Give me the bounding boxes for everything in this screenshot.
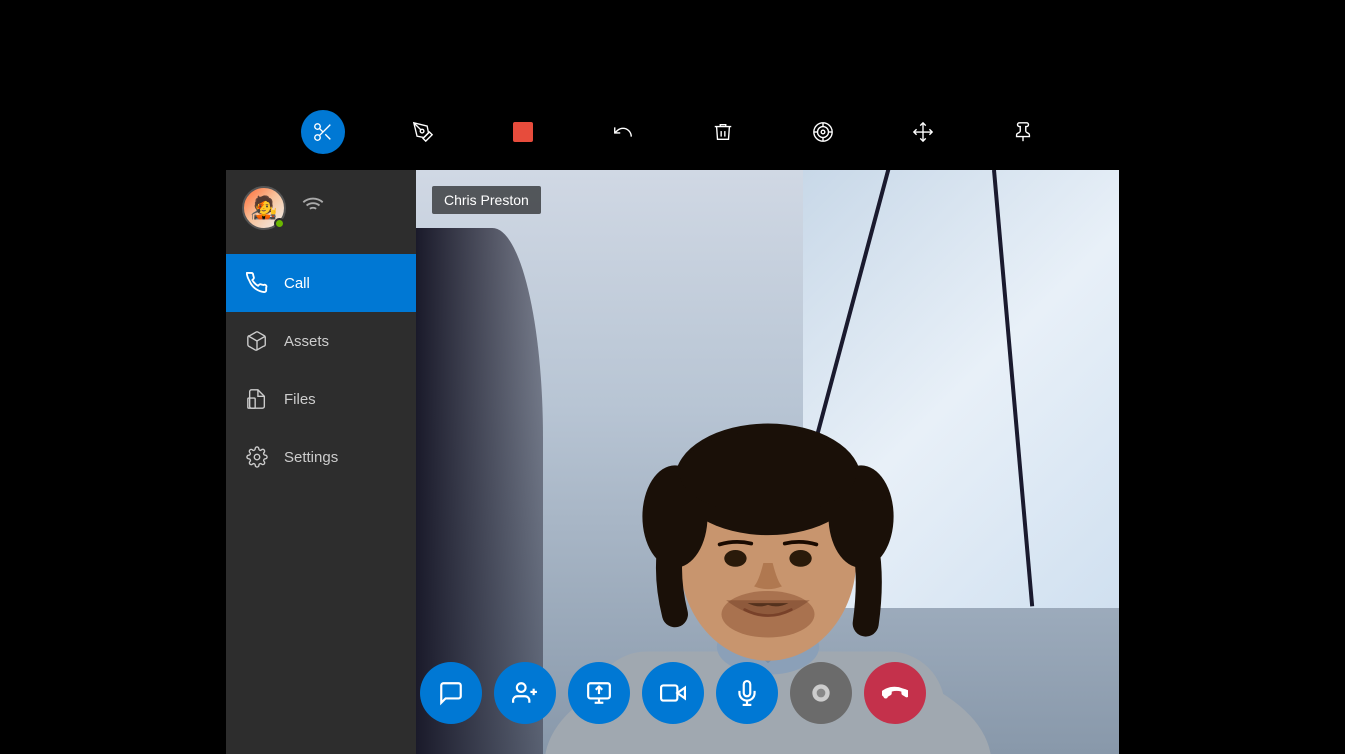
video-button[interactable] — [642, 662, 704, 724]
sidebar-item-call[interactable]: Call — [226, 254, 416, 312]
sidebar: 🧑‍🎤 — [226, 170, 416, 754]
sidebar-item-files[interactable]: Files — [226, 370, 416, 428]
files-label: Files — [284, 391, 316, 408]
assets-icon — [246, 330, 268, 352]
pen-tool-button[interactable] — [401, 110, 445, 154]
app-container: 🧑‍🎤 — [0, 0, 1345, 754]
status-indicator — [274, 218, 285, 229]
add-person-button[interactable] — [494, 662, 556, 724]
settings-icon — [246, 446, 268, 468]
sidebar-item-assets[interactable]: Assets — [226, 312, 416, 370]
call-icon — [246, 272, 268, 294]
move-button[interactable] — [901, 110, 945, 154]
target-button[interactable] — [801, 110, 845, 154]
shape-tool-button[interactable] — [501, 110, 545, 154]
call-controls-bar — [420, 662, 926, 724]
avatar[interactable]: 🧑‍🎤 — [242, 186, 286, 230]
assets-label: Assets — [284, 333, 329, 350]
caller-name-text: Chris Preston — [444, 192, 529, 208]
scissors-tool-button[interactable] — [301, 110, 345, 154]
pin-button[interactable] — [1001, 110, 1045, 154]
call-label: Call — [284, 275, 310, 292]
microphone-button[interactable] — [716, 662, 778, 724]
screen-share-button[interactable] — [568, 662, 630, 724]
files-icon — [246, 388, 268, 410]
undo-button[interactable] — [601, 110, 645, 154]
wifi-icon — [302, 194, 324, 222]
top-toolbar — [301, 110, 1045, 154]
sidebar-navigation: Call Assets — [226, 246, 416, 486]
sidebar-item-settings[interactable]: Settings — [226, 428, 416, 486]
user-profile-row: 🧑‍🎤 — [226, 170, 416, 246]
chat-button[interactable] — [420, 662, 482, 724]
caller-name-badge: Chris Preston — [432, 186, 541, 214]
settings-label: Settings — [284, 449, 338, 466]
record-button[interactable] — [790, 662, 852, 724]
delete-button[interactable] — [701, 110, 745, 154]
end-call-button[interactable] — [864, 662, 926, 724]
